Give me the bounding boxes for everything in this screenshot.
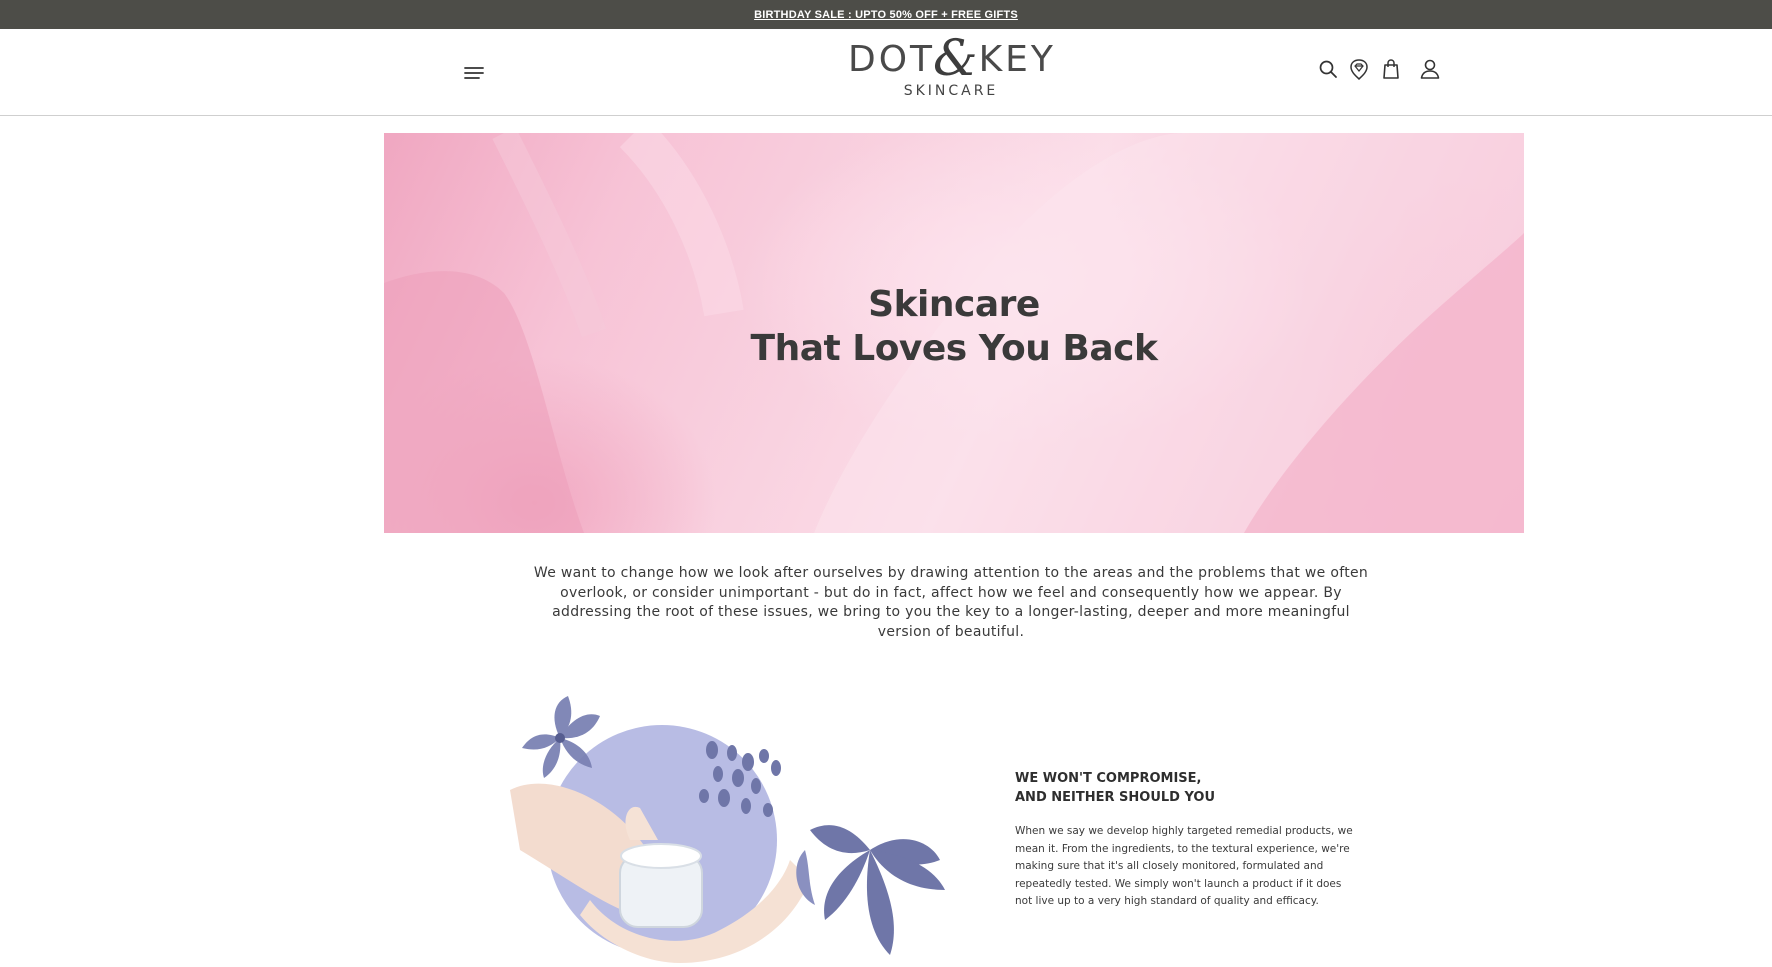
search-icon[interactable] <box>1317 58 1339 80</box>
hero-banner: Skincare That Loves You Back <box>384 133 1524 533</box>
rewards-diamond-icon[interactable] <box>1348 58 1370 81</box>
feature-heading: WE WON'T COMPROMISE, AND NEITHER SHOULD … <box>1015 769 1345 807</box>
hero-title-line-1: Skincare <box>868 284 1040 325</box>
site-header: DOT&KEY SKINCARE <box>0 29 1772 116</box>
cart-bag-icon[interactable] <box>1380 58 1402 80</box>
feature-body-text: When we say we develop highly targeted r… <box>1015 825 1353 908</box>
intro-paragraph: We want to change how we look after ours… <box>533 565 1369 640</box>
announcement-bar: BIRTHDAY SALE : UPTO 50% OFF + FREE GIFT… <box>0 0 1772 29</box>
brand-logo[interactable]: DOT&KEY SKINCARE <box>848 29 1056 109</box>
account-icon[interactable] <box>1419 58 1441 80</box>
feature-heading-line-1: WE WON'T COMPROMISE, <box>1015 771 1202 786</box>
logo-wordmark: DOT&KEY <box>848 29 1056 87</box>
hero-title-line-2: That Loves You Back <box>750 328 1158 369</box>
menu-icon[interactable] <box>463 64 485 82</box>
hero-title: Skincare That Loves You Back <box>384 283 1524 371</box>
hand-cream-illustration <box>490 690 960 963</box>
logo-subtitle: SKINCARE <box>903 83 999 99</box>
feature-heading-line-2: AND NEITHER SHOULD YOU <box>1015 790 1216 805</box>
announcement-link[interactable]: BIRTHDAY SALE : UPTO 50% OFF + FREE GIFT… <box>754 9 1018 21</box>
